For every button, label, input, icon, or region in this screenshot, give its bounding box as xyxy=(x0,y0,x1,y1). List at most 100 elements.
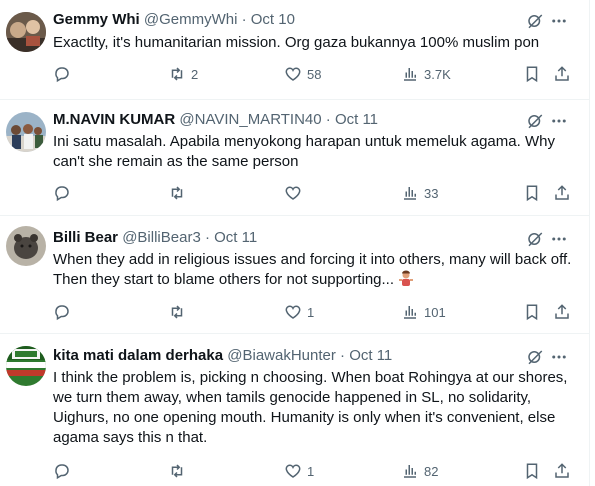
bookmark-button[interactable] xyxy=(523,182,541,204)
avatar[interactable] xyxy=(6,12,46,52)
user-handle[interactable]: @BilliBear3 xyxy=(122,229,201,246)
like-icon xyxy=(285,464,301,478)
person-shrugging-emoji xyxy=(398,270,414,286)
reply-button[interactable] xyxy=(53,63,76,85)
action-bar: 1 101 xyxy=(53,301,575,323)
tweet-header: Billi Bear @BilliBear3 · Oct 11 xyxy=(53,228,257,248)
views-button[interactable]: 3.7K xyxy=(401,63,451,85)
avatar[interactable] xyxy=(6,226,46,266)
views-button[interactable]: 33 xyxy=(401,182,438,204)
display-name[interactable]: Gemmy Whi xyxy=(53,11,140,28)
retweet-button[interactable] xyxy=(168,182,191,204)
views-icon xyxy=(404,306,416,319)
retweet-button[interactable]: 2 xyxy=(168,63,198,85)
user-handle[interactable]: @BiawakHunter xyxy=(227,347,336,364)
tweet[interactable]: Billi Bear @BilliBear3 · Oct 11 When the… xyxy=(0,216,590,334)
share-button[interactable] xyxy=(553,460,571,482)
share-icon xyxy=(555,463,569,478)
like-count: 58 xyxy=(307,66,322,82)
view-count: 33 xyxy=(424,185,439,201)
reply-icon xyxy=(55,464,69,480)
more-icon[interactable] xyxy=(550,348,568,366)
grok-icon[interactable] xyxy=(526,230,544,248)
views-icon xyxy=(404,68,416,81)
like-icon xyxy=(285,305,301,319)
reply-icon xyxy=(55,186,69,202)
tweet-header: kita mati dalam derhaka @BiawakHunter · … xyxy=(53,346,392,366)
view-count: 3.7K xyxy=(424,66,451,82)
views-icon xyxy=(404,465,416,478)
bookmark-icon xyxy=(526,66,538,83)
bookmark-button[interactable] xyxy=(523,63,541,85)
reply-icon xyxy=(55,305,69,321)
reply-button[interactable] xyxy=(53,182,76,204)
reply-button[interactable] xyxy=(53,460,76,482)
grok-icon[interactable] xyxy=(526,348,544,366)
tweet[interactable]: Gemmy Whi @GemmyWhi · Oct 10 Exactlty, i… xyxy=(0,0,590,100)
tweet-text: Ini satu masalah. Apabila menyokong hara… xyxy=(53,133,555,170)
user-handle[interactable]: @NAVIN_MARTIN40 xyxy=(179,111,321,128)
views-icon xyxy=(404,187,416,200)
reply-icon xyxy=(55,67,69,83)
reply-feed: Gemmy Whi @GemmyWhi · Oct 10 Exactlty, i… xyxy=(0,0,590,486)
retweet-button[interactable] xyxy=(168,460,191,482)
avatar[interactable] xyxy=(6,112,46,152)
tweet-header: M.NAVIN KUMAR @NAVIN_MARTIN40 · Oct 11 xyxy=(53,110,378,130)
views-button[interactable]: 101 xyxy=(401,301,446,323)
separator-dot: · xyxy=(340,347,346,364)
view-count: 82 xyxy=(424,463,439,479)
like-button[interactable]: 58 xyxy=(284,63,321,85)
tweet-date[interactable]: Oct 11 xyxy=(214,229,257,246)
like-icon xyxy=(285,186,301,200)
bookmark-icon xyxy=(526,463,538,480)
retweet-icon xyxy=(171,186,183,200)
retweet-icon xyxy=(171,67,183,81)
retweet-count: 2 xyxy=(191,66,199,82)
retweet-button[interactable] xyxy=(168,301,191,323)
more-icon[interactable] xyxy=(550,12,568,30)
view-count: 101 xyxy=(424,304,446,320)
share-icon xyxy=(555,185,569,200)
user-handle[interactable]: @GemmyWhi xyxy=(144,11,238,28)
display-name[interactable]: kita mati dalam derhaka xyxy=(53,347,223,364)
tweet-text: Exactlty, it's humanitarian mission. Org… xyxy=(53,34,540,51)
tweet-header: Gemmy Whi @GemmyWhi · Oct 10 xyxy=(53,10,295,30)
tweet-date[interactable]: Oct 10 xyxy=(251,11,295,28)
like-icon xyxy=(285,67,301,81)
tweet-text-body: When they add in religious issues and fo… xyxy=(53,251,572,288)
share-icon xyxy=(555,66,569,81)
more-icon[interactable] xyxy=(550,230,568,248)
action-bar: 1 82 xyxy=(53,460,575,482)
share-button[interactable] xyxy=(553,63,571,85)
separator-dot: · xyxy=(325,111,331,128)
display-name[interactable]: M.NAVIN KUMAR xyxy=(53,111,175,128)
separator-dot: · xyxy=(204,229,210,246)
like-button[interactable]: 1 xyxy=(284,301,314,323)
separator-dot: · xyxy=(241,11,247,28)
grok-icon[interactable] xyxy=(526,12,544,30)
tweet-text: When they add in religious issues and fo… xyxy=(53,250,573,290)
tweet-text: I think the problem is, picking n choosi… xyxy=(53,369,568,446)
display-name[interactable]: Billi Bear xyxy=(53,229,118,246)
action-bar: 33 xyxy=(53,182,575,204)
bookmark-icon xyxy=(526,185,538,202)
tweet[interactable]: kita mati dalam derhaka @BiawakHunter · … xyxy=(0,334,590,486)
reply-button[interactable] xyxy=(53,301,76,323)
more-icon[interactable] xyxy=(550,112,568,130)
share-icon xyxy=(555,304,569,319)
bookmark-button[interactable] xyxy=(523,301,541,323)
grok-icon[interactable] xyxy=(526,112,544,130)
avatar[interactable] xyxy=(6,346,46,386)
retweet-icon xyxy=(171,464,183,478)
tweet-date[interactable]: Oct 11 xyxy=(335,111,378,128)
retweet-icon xyxy=(171,305,183,319)
action-bar: 2 58 3.7K xyxy=(53,63,575,85)
share-button[interactable] xyxy=(553,301,571,323)
tweet-date[interactable]: Oct 11 xyxy=(349,347,392,364)
share-button[interactable] xyxy=(553,182,571,204)
views-button[interactable]: 82 xyxy=(401,460,438,482)
bookmark-button[interactable] xyxy=(523,460,541,482)
tweet[interactable]: M.NAVIN KUMAR @NAVIN_MARTIN40 · Oct 11 I… xyxy=(0,100,590,216)
like-button[interactable] xyxy=(284,182,307,204)
like-button[interactable]: 1 xyxy=(284,460,314,482)
